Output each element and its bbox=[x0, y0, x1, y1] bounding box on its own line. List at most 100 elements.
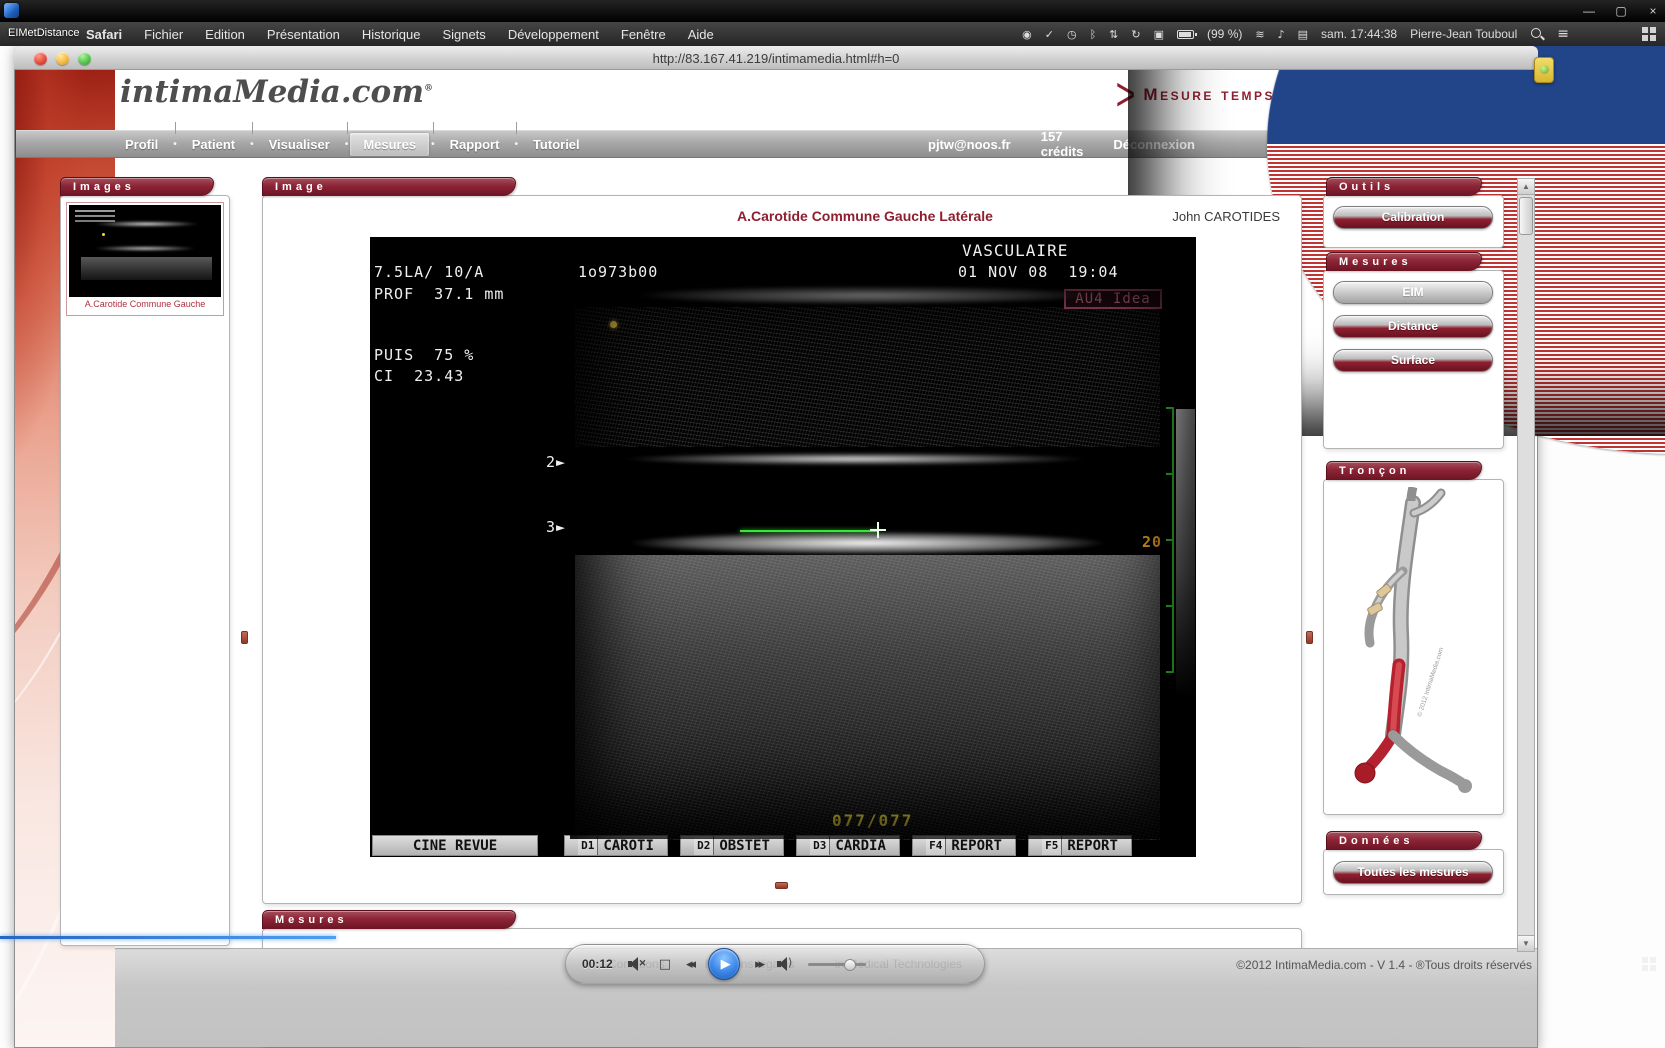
stop-button[interactable]: □ bbox=[659, 957, 671, 972]
distance-button[interactable]: Distance bbox=[1333, 315, 1493, 338]
menu-developpement[interactable]: Développement bbox=[508, 27, 599, 42]
grayscale-bar bbox=[1176, 409, 1195, 699]
content-scrollbar[interactable]: ▲ ▼ bbox=[1517, 178, 1535, 952]
all-measures-button[interactable]: Toutes les mesures bbox=[1333, 861, 1493, 884]
carotid-artery-diagram[interactable]: © 2012 IntimaMedia.com bbox=[1335, 487, 1493, 807]
menu-historique[interactable]: Historique bbox=[362, 27, 421, 42]
echo-vessel-near-wall bbox=[575, 451, 1155, 467]
echo-tissue bbox=[575, 307, 1160, 447]
surface-button[interactable]: Surface bbox=[1333, 349, 1493, 372]
tab-troncon[interactable]: Tronçon bbox=[1326, 461, 1482, 480]
status-dot-icon[interactable]: ◉ bbox=[1022, 28, 1032, 41]
tab-image[interactable]: Image bbox=[262, 177, 516, 196]
menu-fichier[interactable]: Fichier bbox=[144, 27, 183, 42]
player-title: EIMetDistance bbox=[8, 27, 80, 39]
patient-name: John CAROTIDES bbox=[1120, 209, 1280, 224]
spotlight-search-icon[interactable] bbox=[1530, 27, 1544, 41]
tab-mesures-bottom[interactable]: Mesures bbox=[262, 910, 516, 929]
wifi-icon[interactable]: ≋ bbox=[1255, 28, 1264, 41]
tab-mesures[interactable]: Mesures bbox=[1326, 252, 1482, 271]
nav-item-tutoriel[interactable]: Tutoriel bbox=[520, 133, 593, 156]
volume-speaker-icon[interactable]: ⟩ bbox=[777, 957, 793, 971]
scroll-down-button[interactable]: ▼ bbox=[1518, 935, 1534, 951]
bottom-splitter-grip[interactable] bbox=[775, 882, 788, 889]
us-datetime: 01 NOV 08 19:04 bbox=[958, 263, 1119, 281]
tab-images[interactable]: Images bbox=[60, 177, 214, 196]
softkey-cine-revue[interactable]: CINE REVUE bbox=[372, 835, 538, 856]
ultrasound-thumbnail[interactable] bbox=[69, 205, 221, 297]
nav-item-mesures[interactable]: Mesures bbox=[350, 133, 429, 156]
volume-icon[interactable]: ♪ bbox=[1278, 28, 1285, 41]
logout-link[interactable]: Déconnexion bbox=[1113, 137, 1195, 152]
player-close-button[interactable]: × bbox=[1640, 2, 1665, 20]
sync-icon[interactable]: ↻ bbox=[1131, 28, 1140, 41]
menubar-status-area: ◉ ✓ ◷ ᛒ ⇅ ↻ ▣ (99 %) ≋ ♪ ▤ sam. 17:44:38… bbox=[1022, 22, 1569, 46]
softkey-report-f5[interactable]: F5REPORT bbox=[1028, 835, 1132, 856]
display-icon[interactable]: ▣ bbox=[1154, 28, 1164, 41]
softkey-caroti[interactable]: D1CAROTI bbox=[564, 835, 668, 856]
tab-donnees[interactable]: Données bbox=[1326, 831, 1482, 850]
player-maximize-button[interactable]: ▢ bbox=[1608, 2, 1634, 20]
measurement-line[interactable] bbox=[740, 530, 878, 532]
forward-button[interactable]: ▸▸ bbox=[755, 957, 762, 972]
calendar-icon[interactable]: ▤ bbox=[1298, 28, 1308, 41]
fullscreen-grid-icon[interactable] bbox=[1642, 957, 1656, 971]
player-controls: 00:12 ✕ □ ◂◂ ▶ ▸▸ ⟩ bbox=[565, 944, 985, 984]
play-button[interactable]: ▶ bbox=[708, 948, 740, 980]
us-marker-2: 2► bbox=[546, 453, 566, 471]
frame-counter: 077/077 bbox=[832, 811, 913, 830]
softkey-cardia[interactable]: D3CARDIA bbox=[796, 835, 900, 856]
playback-time: 00:12 bbox=[582, 957, 613, 971]
updown-arrows-icon[interactable]: ⇅ bbox=[1109, 28, 1118, 41]
menu-signets[interactable]: Signets bbox=[442, 27, 485, 42]
menubar-menus: Safari Fichier Edition Présentation Hist… bbox=[86, 22, 714, 46]
softkey-obstet[interactable]: D2OBSTET bbox=[680, 835, 784, 856]
us-yellow-marker-icon bbox=[610, 321, 617, 328]
nav-item-patient[interactable]: Patient bbox=[179, 133, 248, 156]
rewind-button[interactable]: ◂◂ bbox=[686, 957, 693, 972]
notification-badge-icon[interactable] bbox=[1534, 57, 1554, 83]
us-probe-label: 7.5LA/ 10/A bbox=[374, 263, 484, 281]
volume-slider[interactable] bbox=[808, 963, 866, 966]
calibration-button[interactable]: Calibration bbox=[1333, 206, 1493, 229]
menu-safari[interactable]: Safari bbox=[86, 27, 122, 42]
us-softkeys: CINE REVUE D1CAROTI D2OBSTET D3CARDIA F4… bbox=[372, 835, 1194, 856]
notification-center-icon[interactable]: ≡ bbox=[1557, 26, 1569, 42]
us-preset-badge: AU4 Idea bbox=[1064, 289, 1162, 309]
depth-value: 20 bbox=[1142, 533, 1162, 551]
nav-items: Profil • Patient • Visualiser • Mesures … bbox=[112, 133, 593, 156]
softkey-report-f4[interactable]: F4REPORT bbox=[912, 835, 1016, 856]
menu-presentation[interactable]: Présentation bbox=[267, 27, 340, 42]
main-nav: Profil • Patient • Visualiser • Mesures … bbox=[16, 130, 1536, 158]
bluetooth-icon[interactable]: ᛒ bbox=[1090, 28, 1097, 41]
tile-view-icon[interactable] bbox=[1642, 27, 1656, 41]
menubar-user[interactable]: Pierre-Jean Touboul bbox=[1410, 27, 1517, 41]
mute-icon[interactable]: ✕ bbox=[628, 957, 644, 971]
menubar-clock[interactable]: sam. 17:44:38 bbox=[1321, 27, 1397, 41]
battery-icon[interactable] bbox=[1177, 30, 1194, 39]
menu-fenetre[interactable]: Fenêtre bbox=[621, 27, 666, 42]
video-progress-bar[interactable] bbox=[0, 936, 336, 939]
ultrasound-image[interactable]: VASCULAIRE 7.5LA/ 10/A 1o973b00 01 NOV 0… bbox=[370, 237, 1196, 857]
player-app-icon bbox=[4, 3, 19, 18]
clock-icon[interactable]: ◷ bbox=[1067, 28, 1077, 41]
check-icon[interactable]: ✓ bbox=[1045, 28, 1054, 41]
eim-button[interactable]: EIM bbox=[1333, 281, 1493, 304]
image-thumbnail-item[interactable]: A.Carotide Commune Gauche bbox=[66, 202, 224, 316]
measurement-cursor[interactable] bbox=[870, 522, 886, 538]
battery-percent: (99 %) bbox=[1207, 27, 1242, 41]
left-splitter-grip[interactable] bbox=[241, 631, 248, 644]
us-mode-label: VASCULAIRE bbox=[962, 241, 1068, 260]
tab-outils[interactable]: Outils bbox=[1326, 177, 1482, 196]
right-splitter-grip[interactable] bbox=[1306, 631, 1313, 644]
us-exam-id: 1o973b00 bbox=[578, 263, 658, 281]
menu-aide[interactable]: Aide bbox=[688, 27, 714, 42]
nav-item-rapport[interactable]: Rapport bbox=[437, 133, 513, 156]
scrollbar-thumb[interactable] bbox=[1519, 197, 1533, 235]
menu-edition[interactable]: Edition bbox=[205, 27, 245, 42]
account-email: pjtw@noos.fr bbox=[928, 137, 1011, 152]
scroll-up-button[interactable]: ▲ bbox=[1518, 179, 1534, 195]
player-minimize-button[interactable]: — bbox=[1576, 2, 1602, 20]
nav-item-visualiser[interactable]: Visualiser bbox=[256, 133, 343, 156]
nav-item-profil[interactable]: Profil bbox=[112, 133, 171, 156]
